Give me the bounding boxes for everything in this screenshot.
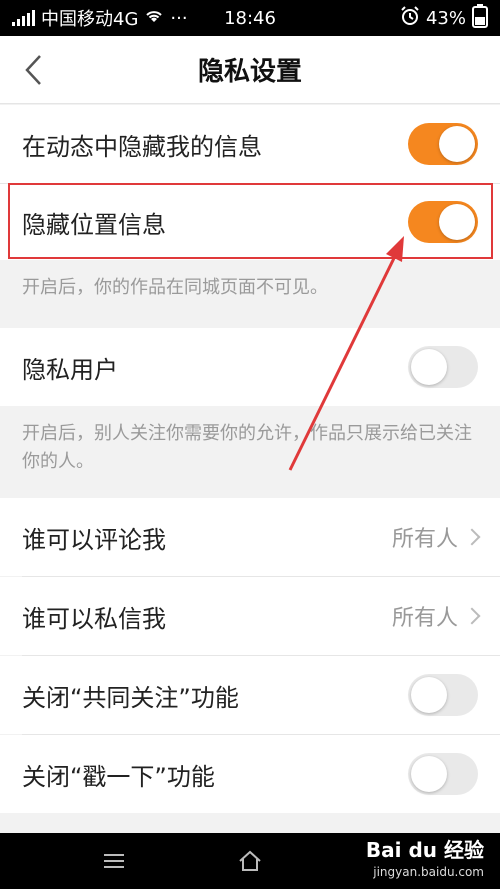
setting-label: 在动态中隐藏我的信息	[22, 132, 262, 161]
setting-label: 隐藏位置信息	[22, 210, 166, 239]
watermark-brand: Bai du 经验	[365, 838, 484, 862]
toggle-knob	[439, 204, 475, 240]
battery-label: 43%	[425, 7, 466, 29]
toggle-knob	[411, 756, 447, 792]
close-common-follow-toggle[interactable]	[408, 674, 478, 716]
chevron-right-icon	[463, 607, 481, 625]
setting-label: 关闭“戳一下”功能	[22, 762, 215, 791]
watermark: Bai du 经验 jingyan.baidu.com	[366, 839, 484, 883]
hide-location-hint: 开启后，你的作品在同城页面不可见。	[0, 260, 500, 328]
menu-icon	[104, 854, 124, 868]
setting-close-common-follow: 关闭“共同关注”功能	[0, 656, 500, 734]
close-poke-toggle[interactable]	[408, 753, 478, 795]
who-can-message-value: 所有人	[391, 606, 458, 631]
hide-in-feed-toggle[interactable]	[408, 123, 478, 165]
menu-button[interactable]	[94, 843, 134, 879]
page-title: 隐私设置	[197, 57, 302, 87]
system-nav-bar: Bai du 经验 jingyan.baidu.com	[0, 833, 500, 889]
nav-bar: 隐私设置	[0, 36, 500, 104]
status-left: 中国移动4G ···	[12, 5, 400, 31]
setting-label: 关闭“共同关注”功能	[22, 683, 239, 712]
back-button[interactable]	[14, 46, 54, 94]
alarm-icon	[400, 5, 420, 31]
toggle-knob	[411, 677, 447, 713]
private-user-toggle[interactable]	[408, 346, 478, 388]
setting-hide-in-feed: 在动态中隐藏我的信息	[0, 105, 500, 183]
status-right: 43%	[400, 3, 488, 33]
setting-hide-location: 隐藏位置信息	[0, 184, 500, 260]
chevron-right-icon	[463, 528, 481, 546]
setting-close-poke: 关闭“戳一下”功能	[0, 735, 500, 813]
hide-location-toggle[interactable]	[408, 201, 478, 243]
home-icon	[239, 850, 261, 871]
setting-label: 谁可以私信我	[22, 604, 166, 633]
watermark-site: jingyan.baidu.com	[373, 865, 484, 879]
toggle-knob	[411, 349, 447, 385]
setting-label: 隐私用户	[22, 355, 118, 384]
carrier-label: 中国移动4G	[41, 9, 139, 30]
battery-icon	[472, 3, 488, 33]
chevron-left-icon	[25, 55, 41, 85]
more-indicator: ···	[170, 7, 188, 29]
setting-label: 谁可以评论我	[22, 525, 166, 554]
toggle-knob	[439, 126, 475, 162]
status-bar: 中国移动4G ··· 18:46 43%	[0, 0, 500, 36]
private-user-hint: 开启后，别人关注你需要你的允许，作品只展示给已关注你的人。	[0, 406, 500, 498]
setting-who-can-comment[interactable]: 谁可以评论我 所有人	[0, 498, 500, 576]
wifi-icon	[144, 8, 164, 29]
setting-private-user: 隐私用户	[0, 328, 500, 406]
signal-icon	[12, 10, 35, 26]
who-can-comment-value: 所有人	[391, 527, 458, 552]
setting-value: 所有人	[391, 521, 481, 553]
setting-who-can-message[interactable]: 谁可以私信我 所有人	[0, 577, 500, 655]
setting-value: 所有人	[391, 600, 481, 632]
partial-hint	[0, 813, 500, 833]
home-button[interactable]	[230, 843, 270, 879]
